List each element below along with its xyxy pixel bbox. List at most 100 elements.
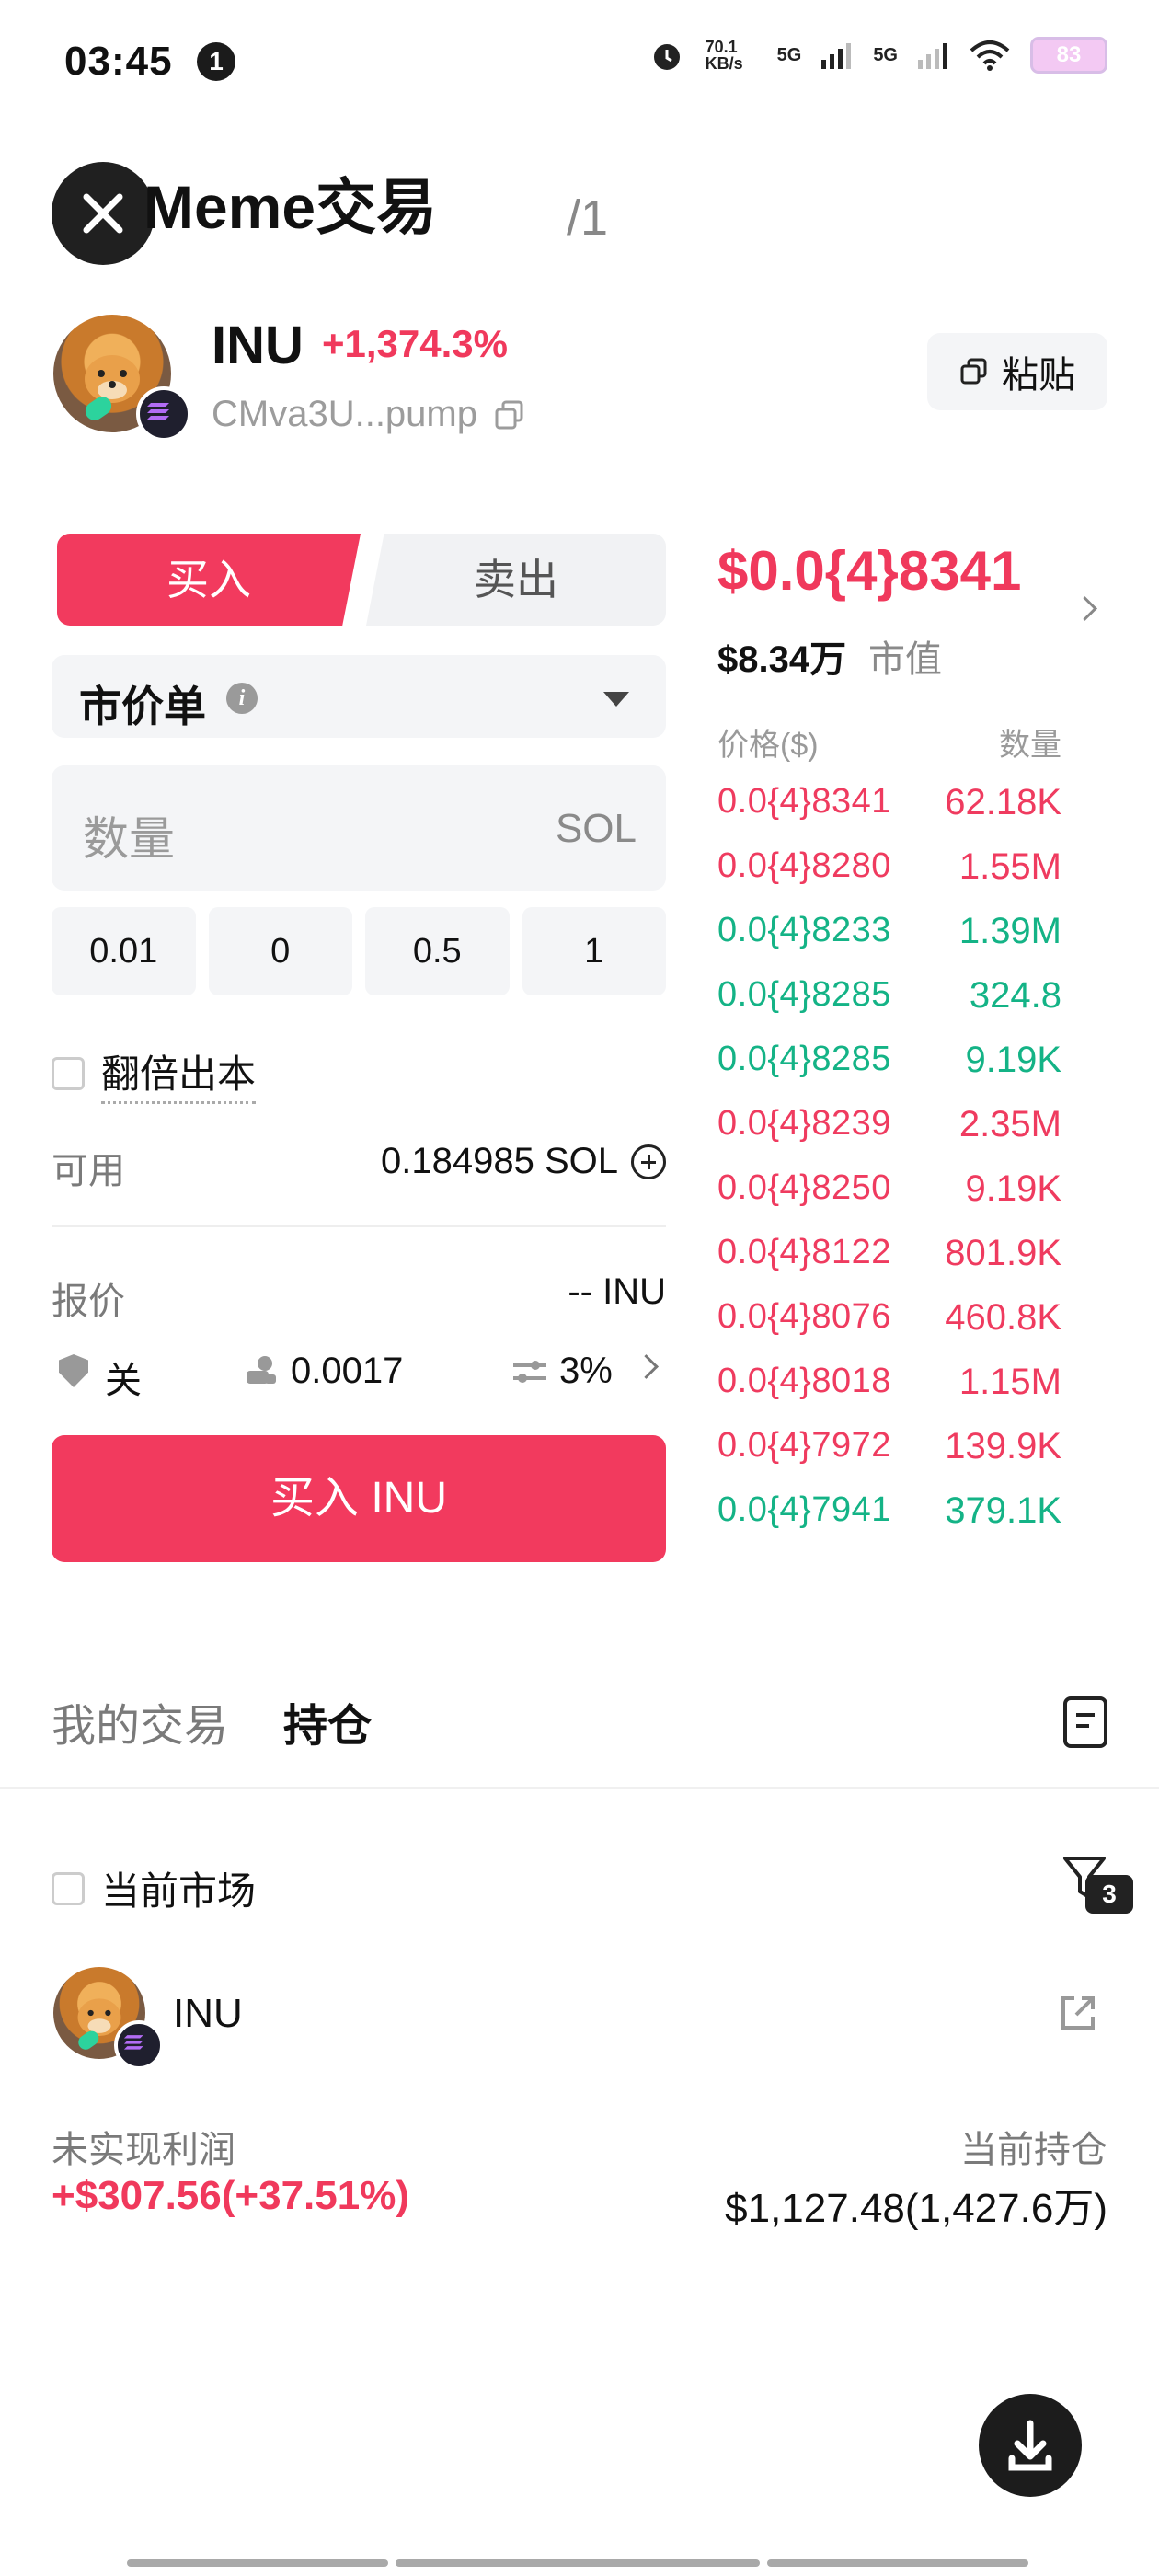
nav-gesture-bar[interactable] [127,2559,388,2567]
orderbook-price: 0.0{4}7972 [717,1426,891,1465]
double-out-checkbox[interactable] [52,1057,85,1090]
chevron-right-icon[interactable] [1073,596,1097,621]
orderbook-row[interactable]: 0.0{4}8233 1.39M [717,911,1061,975]
orderbook-qty: 9.19K [965,1040,1061,1080]
trade-settings[interactable]: 关 0.0017 3% [52,1347,666,1401]
orderbook-qty: 1.55M [958,846,1061,887]
tab-my-trades[interactable]: 我的交易 [52,1689,228,1754]
current-market-toggle[interactable]: 当前市场 [52,1860,256,1916]
slippage-value: 3% [559,1351,613,1391]
market-cap-label: 市值 [868,639,942,680]
page-counter: /1 [567,190,609,246]
quote-value: -- INU [568,1271,666,1312]
orderbook-price: 0.0{4}8233 [717,911,891,949]
orderbook-price: 0.0{4}8239 [717,1104,891,1143]
wifi-icon [970,40,1010,71]
copy-icon[interactable] [494,399,525,431]
orderbook-row[interactable]: 0.0{4}8122 801.9K [717,1233,1061,1297]
solana-chain-icon [136,386,191,442]
orderbook-row[interactable]: 0.0{4}7941 379.1K [717,1490,1061,1555]
notes-icon[interactable] [1063,1696,1107,1748]
notification-badge: 1 [197,42,235,81]
unrealized-pnl-value: +$307.56(+37.51%) [52,2173,409,2218]
preset-button[interactable]: 1 [522,907,666,995]
orderbook-qty: 460.8K [945,1297,1061,1338]
share-icon[interactable] [1058,1993,1098,2033]
chevron-right-icon [634,1354,659,1379]
orderbook-row[interactable]: 0.0{4}8285 9.19K [717,1040,1061,1104]
orderbook-price: 0.0{4}8341 [717,782,891,821]
amount-input[interactable]: 数量 SOL [52,765,666,891]
preset-button[interactable]: 0.01 [52,907,196,995]
orderbook-price: 0.0{4}8018 [717,1362,891,1400]
current-price: $0.0{4}8341 [717,540,1022,602]
tab-sell[interactable]: 卖出 [366,534,666,626]
orderbook-row[interactable]: 0.0{4}8280 1.55M [717,846,1061,911]
paste-label: 粘贴 [1002,355,1075,396]
holding-token-symbol: INU [173,1991,243,2036]
orderbook-price: 0.0{4}8076 [717,1297,891,1336]
token-address[interactable]: CMva3U...pump [212,394,525,435]
orderbook-row[interactable]: 0.0{4}8285 324.8 [717,975,1061,1040]
orderbook-row[interactable]: 0.0{4}8018 1.15M [717,1362,1061,1426]
tab-buy[interactable]: 买入 [57,534,361,626]
amount-unit: SOL [555,806,637,851]
orderbook-row[interactable]: 0.0{4}8076 460.8K [717,1297,1061,1362]
solana-chain-icon [114,2020,164,2070]
current-market-checkbox[interactable] [52,1871,85,1905]
filter-count-badge: 3 [1085,1875,1133,1914]
preset-button[interactable]: 0 [208,907,352,995]
orderbook-row[interactable]: 0.0{4}7972 139.9K [717,1426,1061,1490]
nav-gesture-bar[interactable] [767,2559,1028,2567]
download-button[interactable] [979,2394,1082,2497]
orderbook-row[interactable]: 0.0{4}8239 2.35M [717,1104,1061,1168]
orderbook-price: 0.0{4}8285 [717,1040,891,1078]
orderbook-row[interactable]: 0.0{4}8341 62.18K [717,782,1061,846]
available-value: 0.184985 SOL [381,1141,618,1181]
mev-protect-value: 关 [105,1361,142,1401]
available-label: 可用 [52,1151,125,1191]
orderbook-qty: 324.8 [969,975,1061,1016]
dropdown-arrow-icon [603,692,629,707]
amount-placeholder: 数量 [83,813,175,865]
amount-presets: 0.01 0 0.5 1 [52,907,666,995]
token-symbol: INU [212,316,304,375]
divider [0,1787,1159,1789]
network-speed: 70.1 KB/s [705,38,743,73]
order-type-select[interactable]: 市价单 i [52,655,666,738]
shield-icon [59,1354,88,1387]
network-5g-1: 5G [776,44,802,65]
tab-holdings[interactable]: 持仓 [283,1689,372,1754]
orderbook-header-qty: 数量 [999,728,1061,763]
orderbook-price: 0.0{4}8280 [717,846,891,885]
unrealized-pnl-label: 未实现利润 [52,2130,235,2170]
market-cap-value: $8.34万 [717,639,847,680]
orderbook-qty: 801.9K [945,1233,1061,1273]
paste-icon [960,358,987,385]
orderbook-qty: 1.39M [958,911,1061,951]
orderbook-qty: 9.19K [965,1168,1061,1209]
status-time: 03:45 [64,39,173,84]
divider [52,1225,666,1227]
status-icons: 70.1 KB/s 5G 5G 83 [648,37,1107,74]
signal-icon-2 [918,43,947,69]
slippage-icon [513,1361,546,1383]
close-button[interactable] [52,162,155,265]
double-out-toggle[interactable]: 翻倍出本 [52,1043,257,1104]
preset-button[interactable]: 0.5 [365,907,510,995]
paste-button[interactable]: 粘贴 [927,333,1107,410]
gas-icon [247,1356,276,1384]
signal-icon [821,43,852,69]
order-type-label: 市价单 [79,683,206,730]
add-funds-icon[interactable] [631,1144,666,1179]
orderbook-qty: 379.1K [945,1490,1061,1531]
alarm-icon [653,44,680,70]
orderbook-list: 0.0{4}8341 62.18K 0.0{4}8280 1.55M 0.0{4}823… [717,782,1061,1555]
info-icon[interactable]: i [226,683,258,714]
orderbook-header-price: 价格($) [717,728,819,763]
nav-gesture-bar[interactable] [396,2559,760,2567]
orderbook-row[interactable]: 0.0{4}8250 9.19K [717,1168,1061,1233]
buy-button[interactable]: 买入 INU [52,1435,666,1562]
available-balance: 0.184985 SOL [381,1141,666,1182]
orderbook-qty: 139.9K [945,1426,1061,1466]
